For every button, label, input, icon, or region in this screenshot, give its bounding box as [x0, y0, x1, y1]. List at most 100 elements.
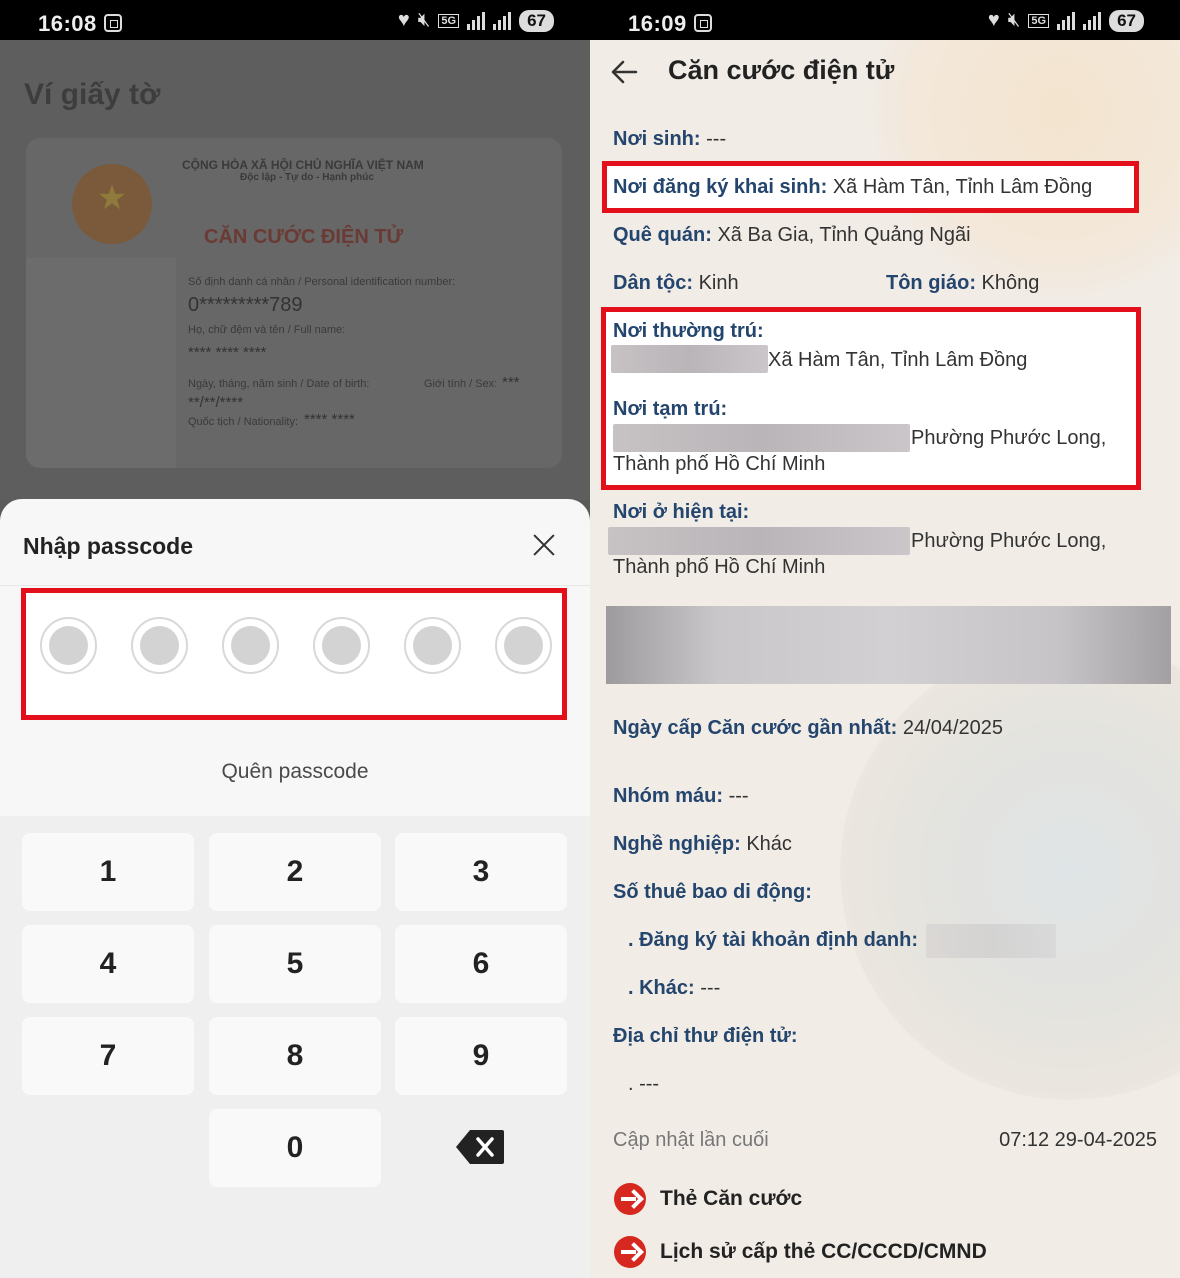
- link-label: Lịch sử cấp thẻ CC/CCCD/CMND: [660, 1240, 987, 1263]
- key-2[interactable]: 2: [209, 833, 381, 911]
- pin-dot: [131, 617, 188, 674]
- field-nhom-mau: Nhóm máu: ---: [613, 785, 749, 808]
- field-value: Xã Ba Gia, Tỉnh Quảng Ngãi: [717, 224, 971, 246]
- card-name-label: Họ, chữ đệm và tên / Full name:: [188, 324, 346, 336]
- national-emblem-icon: ★: [72, 164, 152, 244]
- mute-icon: 🔇︎: [1007, 9, 1021, 31]
- field-label: Địa chỉ thư điện tử:: [613, 1025, 798, 1047]
- status-time: 16:09: [628, 11, 687, 36]
- key-1[interactable]: 1: [22, 833, 194, 911]
- field-value: Khác: [746, 833, 792, 855]
- field-email-value: . ---: [628, 1073, 659, 1096]
- field-label: Nơi thường trú:: [613, 320, 764, 342]
- field-dan-toc: Dân tộc: Kinh: [613, 272, 739, 295]
- field-value: ---: [728, 785, 749, 807]
- field-tam-tru-label: Nơi tạm trú:: [613, 398, 727, 421]
- id-card: ★ CỘNG HÒA XÃ HỘI CHỦ NGHĨA VIỆT NAM Độc…: [26, 138, 562, 468]
- network-type: 5G: [1028, 13, 1050, 28]
- field-hien-tai-value-1: Phường Phước Long,: [911, 530, 1106, 553]
- heart-icon: ♥: [987, 9, 1000, 31]
- signal-icon-2: [1083, 11, 1102, 30]
- heart-icon: ♥: [397, 9, 410, 31]
- card-id-label: Số định danh cá nhân / Personal identifi…: [188, 276, 456, 288]
- field-label: Dân tộc:: [613, 272, 693, 294]
- field-value: ---: [706, 128, 727, 150]
- redacted-address: [611, 345, 768, 373]
- field-value: . ---: [628, 1073, 660, 1095]
- field-label: . Đăng ký tài khoản định danh:: [628, 929, 919, 951]
- field-ton-giao: Tôn giáo: Không: [886, 272, 1039, 295]
- field-label: Quê quán:: [613, 224, 712, 246]
- screenshot-icon: [104, 14, 122, 32]
- card-nationality-label: Quốc tịch / Nationality:: [188, 416, 299, 428]
- field-value: Phường Phước Long,: [911, 427, 1107, 449]
- field-label: Tôn giáo:: [886, 272, 976, 294]
- key-9[interactable]: 9: [395, 1017, 567, 1095]
- arrow-right-circle-icon: [614, 1236, 646, 1268]
- field-value: 24/04/2025: [902, 717, 1003, 739]
- mute-icon: 🔇︎: [417, 9, 431, 31]
- field-tam-tru-value-2: Thành phố Hồ Chí Minh: [613, 453, 825, 476]
- key-7[interactable]: 7: [22, 1017, 194, 1095]
- battery-level: 67: [519, 9, 554, 32]
- field-value: Thành phố Hồ Chí Minh: [613, 453, 826, 475]
- portrait-placeholder: [26, 258, 176, 468]
- redacted-address: [608, 527, 910, 555]
- field-label: Nơi sinh:: [613, 128, 701, 150]
- redacted-address: [613, 424, 910, 452]
- pin-dot: [313, 617, 370, 674]
- key-0[interactable]: 0: [209, 1109, 381, 1187]
- key-8[interactable]: 8: [209, 1017, 381, 1095]
- field-khac: . Khác: ---: [628, 977, 720, 1000]
- link-the-can-cuoc[interactable]: Thẻ Căn cước: [614, 1183, 802, 1215]
- field-value: Không: [981, 272, 1040, 294]
- card-dob-value: **/**/****: [188, 394, 244, 411]
- forgot-passcode-link[interactable]: Quên passcode: [0, 760, 590, 784]
- card-sex-value: ***: [502, 374, 520, 391]
- field-value: Thành phố Hồ Chí Minh: [613, 556, 826, 578]
- field-label: Ngày cấp Căn cước gần nhất:: [613, 717, 898, 739]
- key-5[interactable]: 5: [209, 925, 381, 1003]
- field-nghe-nghiep: Nghề nghiệp: Khác: [613, 833, 792, 856]
- back-arrow-icon[interactable]: [610, 58, 638, 86]
- field-label: Số thuê bao di động:: [613, 881, 812, 903]
- key-4[interactable]: 4: [22, 925, 194, 1003]
- card-name-value: **** **** ****: [188, 344, 267, 361]
- signal-icon: [1057, 11, 1076, 30]
- network-type: 5G: [438, 13, 460, 28]
- card-title: CĂN CƯỚC ĐIỆN TỬ: [204, 226, 404, 248]
- field-thuong-tru-label: Nơi thường trú:: [613, 320, 764, 343]
- field-value: Kinh: [698, 272, 739, 294]
- background-drum-pattern: [840, 640, 1180, 1100]
- arrow-right-circle-icon: [614, 1183, 646, 1215]
- link-lich-su-cap-the[interactable]: Lịch sử cấp thẻ CC/CCCD/CMND: [614, 1236, 987, 1268]
- field-label: Nơi tạm trú:: [613, 398, 728, 420]
- field-value: ---: [700, 977, 721, 999]
- link-label: Thẻ Căn cước: [660, 1187, 803, 1210]
- pin-dot: [495, 617, 552, 674]
- key-6[interactable]: 6: [395, 925, 567, 1003]
- field-que-quan: Quê quán: Xã Ba Gia, Tỉnh Quảng Ngãi: [613, 224, 971, 247]
- status-bar: 16:08 ♥ 🔇︎ 5G 67: [0, 0, 590, 40]
- field-label: Nhóm máu:: [613, 785, 723, 807]
- redacted-band: [606, 606, 1171, 684]
- backspace-icon[interactable]: [456, 1130, 504, 1164]
- page-title: Ví giấy tờ: [24, 78, 161, 111]
- pin-dot: [404, 617, 461, 674]
- passcode-screen: 16:08 ♥ 🔇︎ 5G 67 Ví giấy tờ ★ CỘNG HÒA X…: [0, 0, 590, 1278]
- field-value: Xã Hàm Tân, Tỉnh Lâm Đồng: [768, 349, 1028, 371]
- last-update-value: 07:12 29-04-2025: [999, 1129, 1157, 1151]
- page-title: Căn cước điện tử: [668, 55, 895, 85]
- last-update-label: Cập nhật lần cuối: [613, 1129, 769, 1151]
- passcode-input[interactable]: [21, 588, 567, 720]
- card-country: CỘNG HÒA XÃ HỘI CHỦ NGHĨA VIỆT NAM: [182, 158, 424, 172]
- pin-dot: [40, 617, 97, 674]
- close-icon[interactable]: [528, 529, 560, 561]
- field-email: Địa chỉ thư điện tử:: [613, 1025, 798, 1048]
- key-3[interactable]: 3: [395, 833, 567, 911]
- field-so-thue-bao: Số thuê bao di động:: [613, 881, 812, 904]
- field-dang-ky-tai-khoan: . Đăng ký tài khoản định danh:: [628, 929, 918, 952]
- field-value: Phường Phước Long,: [911, 530, 1107, 552]
- sheet-title: Nhập passcode: [23, 533, 193, 559]
- background-emblem-pattern: [870, 0, 1180, 300]
